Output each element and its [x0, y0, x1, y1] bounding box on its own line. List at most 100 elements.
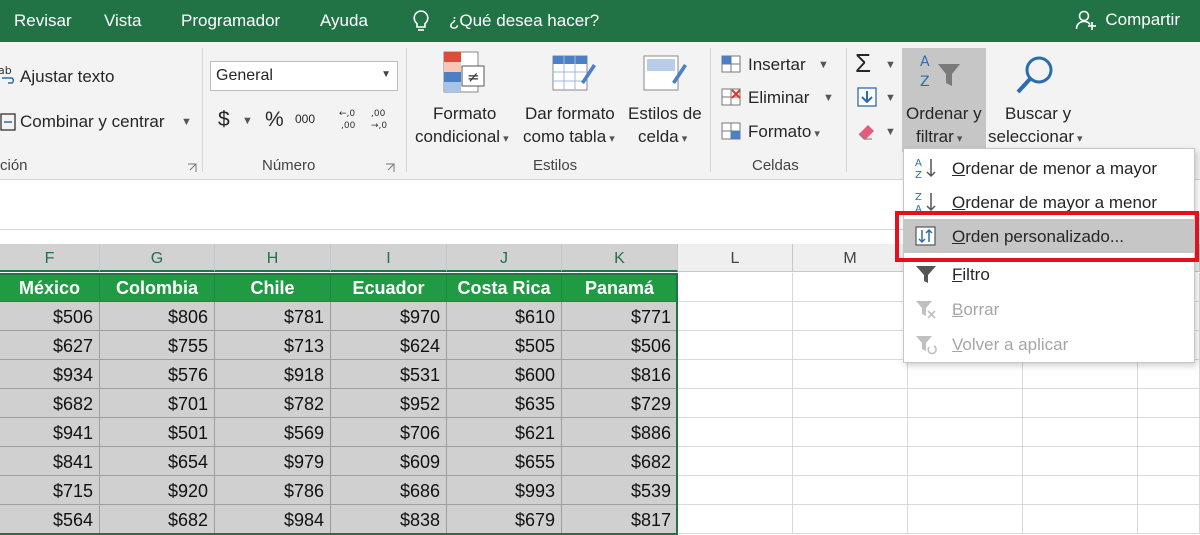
empty-cell[interactable] — [1023, 389, 1138, 418]
empty-cell[interactable] — [908, 447, 1023, 476]
empty-cell[interactable] — [908, 389, 1023, 418]
decrease-decimal-icon[interactable]: ,00 →,0 — [370, 106, 396, 132]
empty-cell[interactable] — [678, 389, 793, 418]
empty-cell[interactable] — [908, 476, 1023, 505]
autosum-icon[interactable]: Σ — [855, 48, 871, 79]
fill-down-icon[interactable] — [856, 86, 878, 108]
svg-text:Z: Z — [915, 192, 922, 203]
format-as-table-button[interactable]: como tabla ▾ — [523, 127, 615, 147]
empty-cell[interactable] — [678, 476, 793, 505]
empty-cell[interactable] — [1138, 505, 1200, 534]
currency-dropdown-caret[interactable]: ▼ — [242, 115, 253, 127]
empty-cell[interactable] — [793, 331, 908, 360]
column-header-m[interactable]: M — [793, 244, 908, 272]
dialog-launcher-icon[interactable] — [187, 163, 197, 173]
tell-me-search[interactable]: ¿Qué desea hacer? — [449, 11, 599, 31]
wrap-text-button[interactable]: Ajustar texto — [20, 67, 115, 87]
tab-programador[interactable]: Programador — [181, 11, 280, 31]
svg-text:→,0: →,0 — [371, 121, 387, 131]
column-header-l[interactable]: L — [678, 244, 793, 272]
conditional-formatting-button[interactable]: condicional ▾ — [415, 127, 509, 147]
merge-center-button[interactable]: Combinar y centrar — [20, 112, 165, 132]
empty-cell[interactable] — [793, 273, 908, 302]
column-header-i[interactable]: I — [331, 244, 447, 272]
empty-cell[interactable] — [1023, 505, 1138, 534]
column-header-f[interactable]: F — [0, 244, 100, 272]
empty-cell[interactable] — [678, 505, 793, 534]
empty-cell[interactable] — [908, 360, 1023, 389]
find-select-line1[interactable]: Buscar y — [1005, 104, 1071, 124]
tab-vista[interactable]: Vista — [104, 11, 142, 31]
cond-format-line1[interactable]: Formato — [433, 104, 496, 124]
menu-item-reapply[interactable]: Volver a aplicar — [904, 327, 1194, 361]
menu-item-filter[interactable]: Filtro — [904, 257, 1194, 291]
empty-cell[interactable] — [1023, 447, 1138, 476]
svg-text:Z: Z — [915, 170, 922, 180]
currency-format-button[interactable]: $ — [218, 108, 230, 132]
tab-ayuda[interactable]: Ayuda — [320, 11, 368, 31]
empty-cell[interactable] — [793, 476, 908, 505]
empty-cell[interactable] — [1138, 476, 1200, 505]
empty-cell[interactable] — [678, 273, 793, 302]
empty-cell[interactable] — [1138, 360, 1200, 389]
empty-cell[interactable] — [678, 418, 793, 447]
dialog-launcher-icon[interactable] — [385, 163, 395, 173]
empty-cell[interactable] — [678, 360, 793, 389]
column-header-k[interactable]: K — [562, 244, 678, 272]
fill-dropdown-caret[interactable]: ▼ — [885, 92, 896, 104]
empty-cell[interactable] — [793, 302, 908, 331]
sort-filter-line2: filtrar ▾ — [916, 127, 963, 146]
empty-cell[interactable] — [908, 418, 1023, 447]
empty-cell[interactable] — [1138, 447, 1200, 476]
sort-filter-icon: A Z — [920, 54, 960, 90]
menu-item-sort-ascending[interactable]: A Z Ordenar de menor a mayor — [904, 151, 1194, 185]
format-as-table-icon — [552, 55, 596, 91]
percent-format-button[interactable]: % — [265, 108, 284, 132]
tab-revisar[interactable]: Revisar — [14, 11, 72, 31]
cell-styles-button[interactable]: celda ▾ — [638, 127, 687, 147]
thousands-separator-button[interactable]: 000 — [295, 112, 315, 126]
menu-item-clear[interactable]: Borrar — [904, 292, 1194, 326]
share-button[interactable]: Compartir — [1075, 9, 1180, 31]
column-header-g[interactable]: G — [100, 244, 215, 272]
empty-cell[interactable] — [1138, 389, 1200, 418]
empty-cell[interactable] — [1023, 418, 1138, 447]
clear-dropdown-caret[interactable]: ▼ — [885, 126, 896, 138]
empty-cell[interactable] — [1023, 476, 1138, 505]
empty-cell[interactable] — [678, 331, 793, 360]
empty-cell[interactable] — [1023, 360, 1138, 389]
cells-group-label: Celdas — [752, 157, 799, 174]
format-button[interactable]: Formato ▾ — [748, 122, 820, 142]
format-cells-icon — [721, 122, 741, 140]
empty-cell[interactable] — [793, 447, 908, 476]
insert-button[interactable]: Insertar — [748, 55, 806, 75]
group-separator — [846, 48, 847, 172]
autosum-dropdown-caret[interactable]: ▼ — [885, 59, 896, 71]
eraser-icon[interactable] — [856, 120, 878, 140]
delete-dropdown-caret[interactable]: ▼ — [823, 92, 834, 104]
insert-dropdown-caret[interactable]: ▼ — [818, 59, 829, 71]
column-header-j[interactable]: J — [447, 244, 562, 272]
sort-az-icon: A Z — [915, 158, 936, 180]
cell-styles-line1[interactable]: Estilos de — [628, 104, 702, 124]
svg-text:A: A — [915, 158, 922, 169]
empty-cell[interactable] — [678, 302, 793, 331]
empty-cell[interactable] — [1138, 418, 1200, 447]
merge-dropdown-caret[interactable]: ▼ — [181, 116, 192, 128]
empty-cell[interactable] — [793, 418, 908, 447]
insert-cells-icon — [721, 55, 741, 73]
empty-cell[interactable] — [793, 505, 908, 534]
number-format-select[interactable]: General ▼ — [210, 61, 398, 91]
empty-cell[interactable] — [678, 447, 793, 476]
column-header-h[interactable]: H — [215, 244, 331, 272]
delete-cells-icon — [721, 88, 741, 106]
svg-text:ab: ab — [0, 64, 12, 77]
empty-cell[interactable] — [908, 505, 1023, 534]
find-select-button[interactable]: seleccionar ▾ — [988, 127, 1083, 147]
styles-group-label: Estilos — [533, 157, 578, 174]
empty-cell[interactable] — [793, 360, 908, 389]
delete-button[interactable]: Eliminar — [748, 88, 809, 108]
empty-cell[interactable] — [793, 389, 908, 418]
format-table-line1[interactable]: Dar formato — [525, 104, 615, 124]
increase-decimal-icon[interactable]: ←,0 ,00 — [338, 106, 364, 132]
